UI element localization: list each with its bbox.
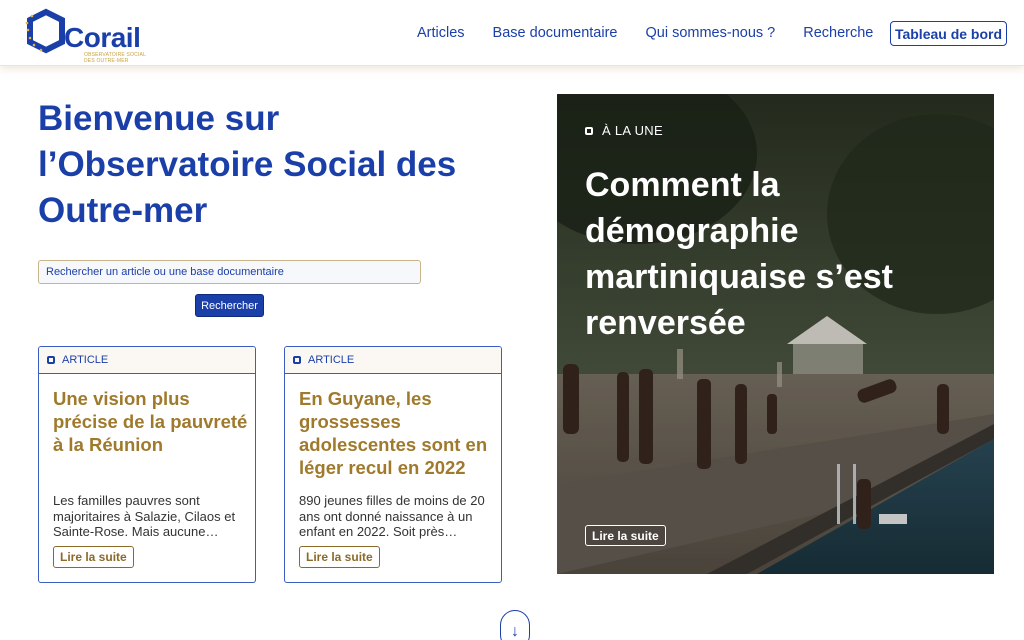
site-header: Corail OBSERVATOIRE SOCIAL DES OUTRE-MER… <box>0 0 1024 66</box>
search-input[interactable] <box>38 260 421 284</box>
logo-wordmark: Corail <box>64 22 141 53</box>
dashboard-button[interactable]: Tableau de bord <box>890 21 1007 46</box>
main-nav: Articles Base documentaire Qui sommes-no… <box>417 0 901 66</box>
logo-subtitle: OBSERVATOIRE SOCIAL DES OUTRE-MER <box>84 52 146 64</box>
card-header: ARTICLE <box>39 347 255 374</box>
card-tag: ARTICLE <box>308 354 355 366</box>
card-tag: ARTICLE <box>62 354 109 366</box>
card-title[interactable]: En Guyane, les grossesses adolescentes s… <box>299 387 495 479</box>
article-card[interactable]: ARTICLE En Guyane, les grossesses adoles… <box>284 346 502 583</box>
nav-qui-sommes-nous[interactable]: Qui sommes-nous ? <box>645 25 775 41</box>
nav-recherche[interactable]: Recherche <box>803 25 873 41</box>
read-more-button[interactable]: Lire la suite <box>53 546 134 568</box>
featured-article[interactable]: À LA UNE Comment la démographie martiniq… <box>557 94 994 574</box>
featured-tag-row: À LA UNE <box>585 123 663 138</box>
corail-logo[interactable]: Corail OBSERVATOIRE SOCIAL DES OUTRE-MER <box>24 8 146 64</box>
page-title: Bienvenue sur l’Observatoire Social des … <box>38 99 457 230</box>
arrow-down-icon: ↓ <box>511 623 519 640</box>
read-more-button[interactable]: Lire la suite <box>299 546 380 568</box>
square-tag-icon <box>47 356 55 364</box>
card-title[interactable]: Une vision plus précise de la pauvreté à… <box>53 387 249 456</box>
featured-tag: À LA UNE <box>602 123 663 138</box>
scroll-down-button[interactable]: ↓ <box>500 610 530 640</box>
square-tag-icon <box>293 356 301 364</box>
featured-read-more-button[interactable]: Lire la suite <box>585 525 666 546</box>
nav-base-documentaire[interactable]: Base documentaire <box>493 25 618 41</box>
article-card[interactable]: ARTICLE Une vision plus précise de la pa… <box>38 346 256 583</box>
card-header: ARTICLE <box>285 347 501 374</box>
nav-articles[interactable]: Articles <box>417 25 465 41</box>
search-button[interactable]: Rechercher <box>195 294 264 317</box>
card-excerpt: Les familles pauvres sont majoritaires à… <box>53 493 236 539</box>
featured-title[interactable]: Comment la démographie martiniquaise s’e… <box>585 162 975 346</box>
square-tag-icon <box>585 126 593 135</box>
card-excerpt: 890 jeunes filles de moins de 20 ans ont… <box>299 493 485 539</box>
